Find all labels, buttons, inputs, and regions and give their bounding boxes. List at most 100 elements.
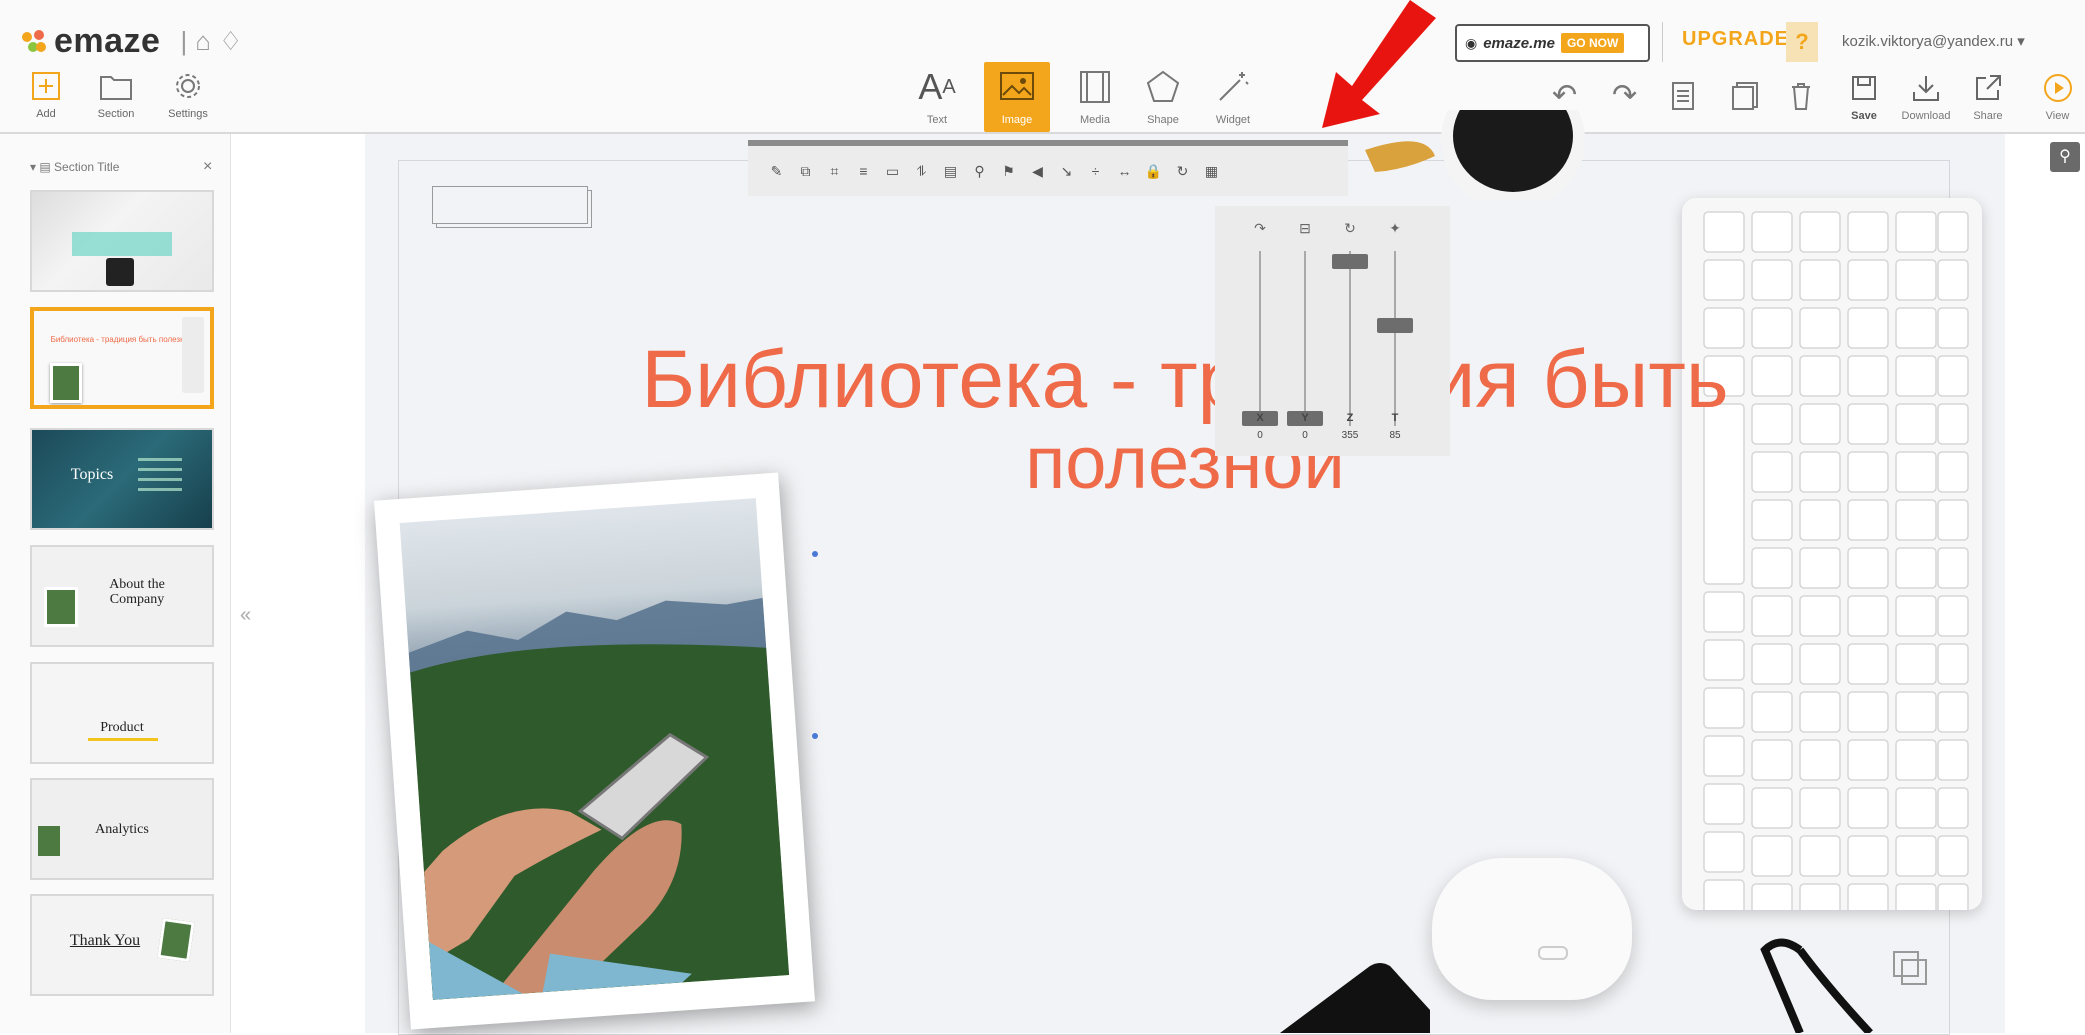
shape-tool-button[interactable]: Shape: [1130, 62, 1196, 126]
upgrade-button[interactable]: UPGRADE: [1682, 28, 1789, 51]
add-button[interactable]: Add: [16, 68, 76, 120]
download-button[interactable]: Download: [1898, 68, 1954, 122]
coffee-cup-image: [1365, 110, 1585, 200]
rotate-z-icon: ↻: [1344, 220, 1356, 236]
view-button[interactable]: View: [2030, 68, 2085, 122]
image-icon: [1000, 72, 1034, 100]
emaze-logo-icon: [22, 29, 46, 54]
redo-icon[interactable]: ↷: [1612, 78, 1637, 113]
placeholder-rectangle[interactable]: [432, 186, 588, 224]
logo-text: emaze: [54, 22, 161, 60]
media-tool-button[interactable]: Media: [1062, 62, 1128, 126]
slider-value: 355: [1341, 430, 1359, 441]
home-icon[interactable]: ⌂: [195, 26, 211, 57]
slider-label: Y: [1301, 412, 1309, 424]
slide-thumbnail-3[interactable]: Topics: [30, 428, 214, 530]
align-icon[interactable]: ≡: [849, 163, 878, 179]
gear-icon: [176, 74, 200, 98]
settings-label: Settings: [168, 108, 208, 120]
slide-thumbnail-2[interactable]: Библиотека - традиция быть полезной: [30, 307, 214, 409]
section-button[interactable]: Section: [86, 68, 146, 120]
zoom-icon[interactable]: ⚲: [2050, 142, 2080, 172]
undo-icon[interactable]: ↶: [1552, 78, 1577, 113]
slider-knob-t[interactable]: [1377, 318, 1413, 334]
save-icon: [1852, 76, 1876, 100]
slide-thumbnail-5[interactable]: Product: [30, 662, 214, 764]
rotate-icon[interactable]: ↻: [1168, 163, 1197, 180]
layers-icon[interactable]: ▤: [936, 163, 965, 180]
rotation-slider-panel: ↷ X 0 ⊟ Y 0 ↻ Z 355 ✦ T 85: [1215, 206, 1450, 456]
layers-icon[interactable]: [1890, 948, 1930, 988]
flag-icon[interactable]: ⚑: [994, 163, 1023, 180]
slide-thumbnail-6[interactable]: Analytics: [30, 778, 214, 880]
cursor-icon[interactable]: ↘: [1052, 163, 1081, 180]
emaze-me-promo[interactable]: ◉ emaze.me GO NOW: [1455, 24, 1650, 62]
link-icon[interactable]: ⚲: [965, 163, 994, 180]
user-account-menu[interactable]: kozik.viktorya@yandex.ru ▾: [1842, 32, 2025, 50]
play-icon: [2043, 74, 2072, 102]
lightbulb-icon[interactable]: ♢: [219, 26, 242, 57]
notes-icon[interactable]: [1672, 82, 1694, 115]
glasses-image: [1760, 938, 1873, 1033]
promo-site: emaze.me: [1483, 34, 1555, 52]
sound-icon[interactable]: ◀: [1023, 163, 1052, 180]
magic-wand-icon: [1219, 72, 1249, 101]
text-tool-button[interactable]: AA Text: [904, 62, 970, 126]
emaze-logo[interactable]: emaze | ⌂ ♢: [22, 22, 242, 61]
collapse-sidebar-button[interactable]: «: [240, 604, 251, 627]
slider-value: 85: [1389, 430, 1401, 441]
text-wrap-icon[interactable]: ⥮: [907, 163, 936, 180]
slide-thumbnail-7[interactable]: Thank You: [30, 894, 214, 996]
text-tool-label: Text: [926, 114, 948, 126]
slide-thumbnail-4[interactable]: About the Company: [30, 545, 214, 647]
share-icon: [1976, 75, 2001, 100]
photo-image-selected[interactable]: [374, 472, 815, 1030]
help-button[interactable]: ?: [1786, 22, 1818, 62]
slider-track: [1394, 251, 1396, 426]
shape-tool-label: Shape: [1147, 114, 1179, 126]
copy-icon[interactable]: ⧉: [791, 163, 820, 180]
selection-handle[interactable]: [812, 551, 818, 557]
trash-icon[interactable]: [1790, 82, 1812, 115]
share-button[interactable]: Share: [1960, 68, 2016, 122]
pencil-icon[interactable]: ✎: [762, 163, 791, 180]
image-edit-toolbar: ✎ ⧉ ⌗ ≡ ▭ ⥮ ▤ ⚲ ⚑ ◀ ↘ ÷ ↔ 🔒 ↻ ▦: [748, 140, 1348, 196]
phone-image: [1280, 963, 1430, 1033]
distribute-icon[interactable]: ÷: [1081, 163, 1110, 179]
film-icon: [1080, 71, 1110, 103]
mouse-image: [1432, 858, 1632, 1000]
save-button[interactable]: Save: [1836, 68, 1892, 122]
duplicate-icon[interactable]: [1732, 82, 1758, 115]
slider-track: [1259, 251, 1261, 426]
spacing-icon[interactable]: ↔: [1110, 163, 1139, 179]
image-tool-button[interactable]: Image: [984, 62, 1050, 132]
selection-handle[interactable]: [812, 733, 818, 739]
section-title[interactable]: ▾ ▤ Section Title: [30, 160, 119, 174]
slider-value: 0: [1257, 430, 1263, 441]
thumbnail-title: Topics: [70, 466, 114, 483]
media-tool-label: Media: [1080, 114, 1110, 126]
slider-knob-z[interactable]: [1332, 254, 1368, 270]
divider: [1662, 22, 1663, 62]
slider-value: 0: [1302, 430, 1308, 441]
plus-square-icon: [32, 72, 60, 100]
pentagon-icon: [1146, 70, 1180, 102]
add-label: Add: [36, 108, 56, 120]
text-aa-icon: AA: [918, 66, 956, 107]
slide-thumbnail-1[interactable]: [30, 190, 214, 292]
section-label: Section: [97, 108, 135, 120]
grid-icon[interactable]: ▦: [1197, 163, 1226, 180]
lock-icon[interactable]: 🔒: [1139, 163, 1168, 180]
section-close-icon[interactable]: ×: [203, 158, 212, 176]
crop-icon[interactable]: ⌗: [820, 163, 849, 180]
settings-button[interactable]: Settings: [158, 68, 218, 120]
slide-title-line-1[interactable]: Библиотека - традиция быть: [365, 333, 2005, 427]
frame-icon[interactable]: ▭: [878, 163, 907, 180]
thumbnail-title: About the Company: [109, 577, 165, 607]
keyboard-image: [1682, 198, 1982, 925]
slider-label: X: [1256, 412, 1264, 424]
section-collapse-icon: ▾ ▤: [30, 160, 55, 174]
widget-tool-label: Widget: [1215, 114, 1251, 126]
widget-tool-button[interactable]: Widget: [1200, 62, 1266, 126]
keyboard-keys: [1703, 211, 1969, 925]
